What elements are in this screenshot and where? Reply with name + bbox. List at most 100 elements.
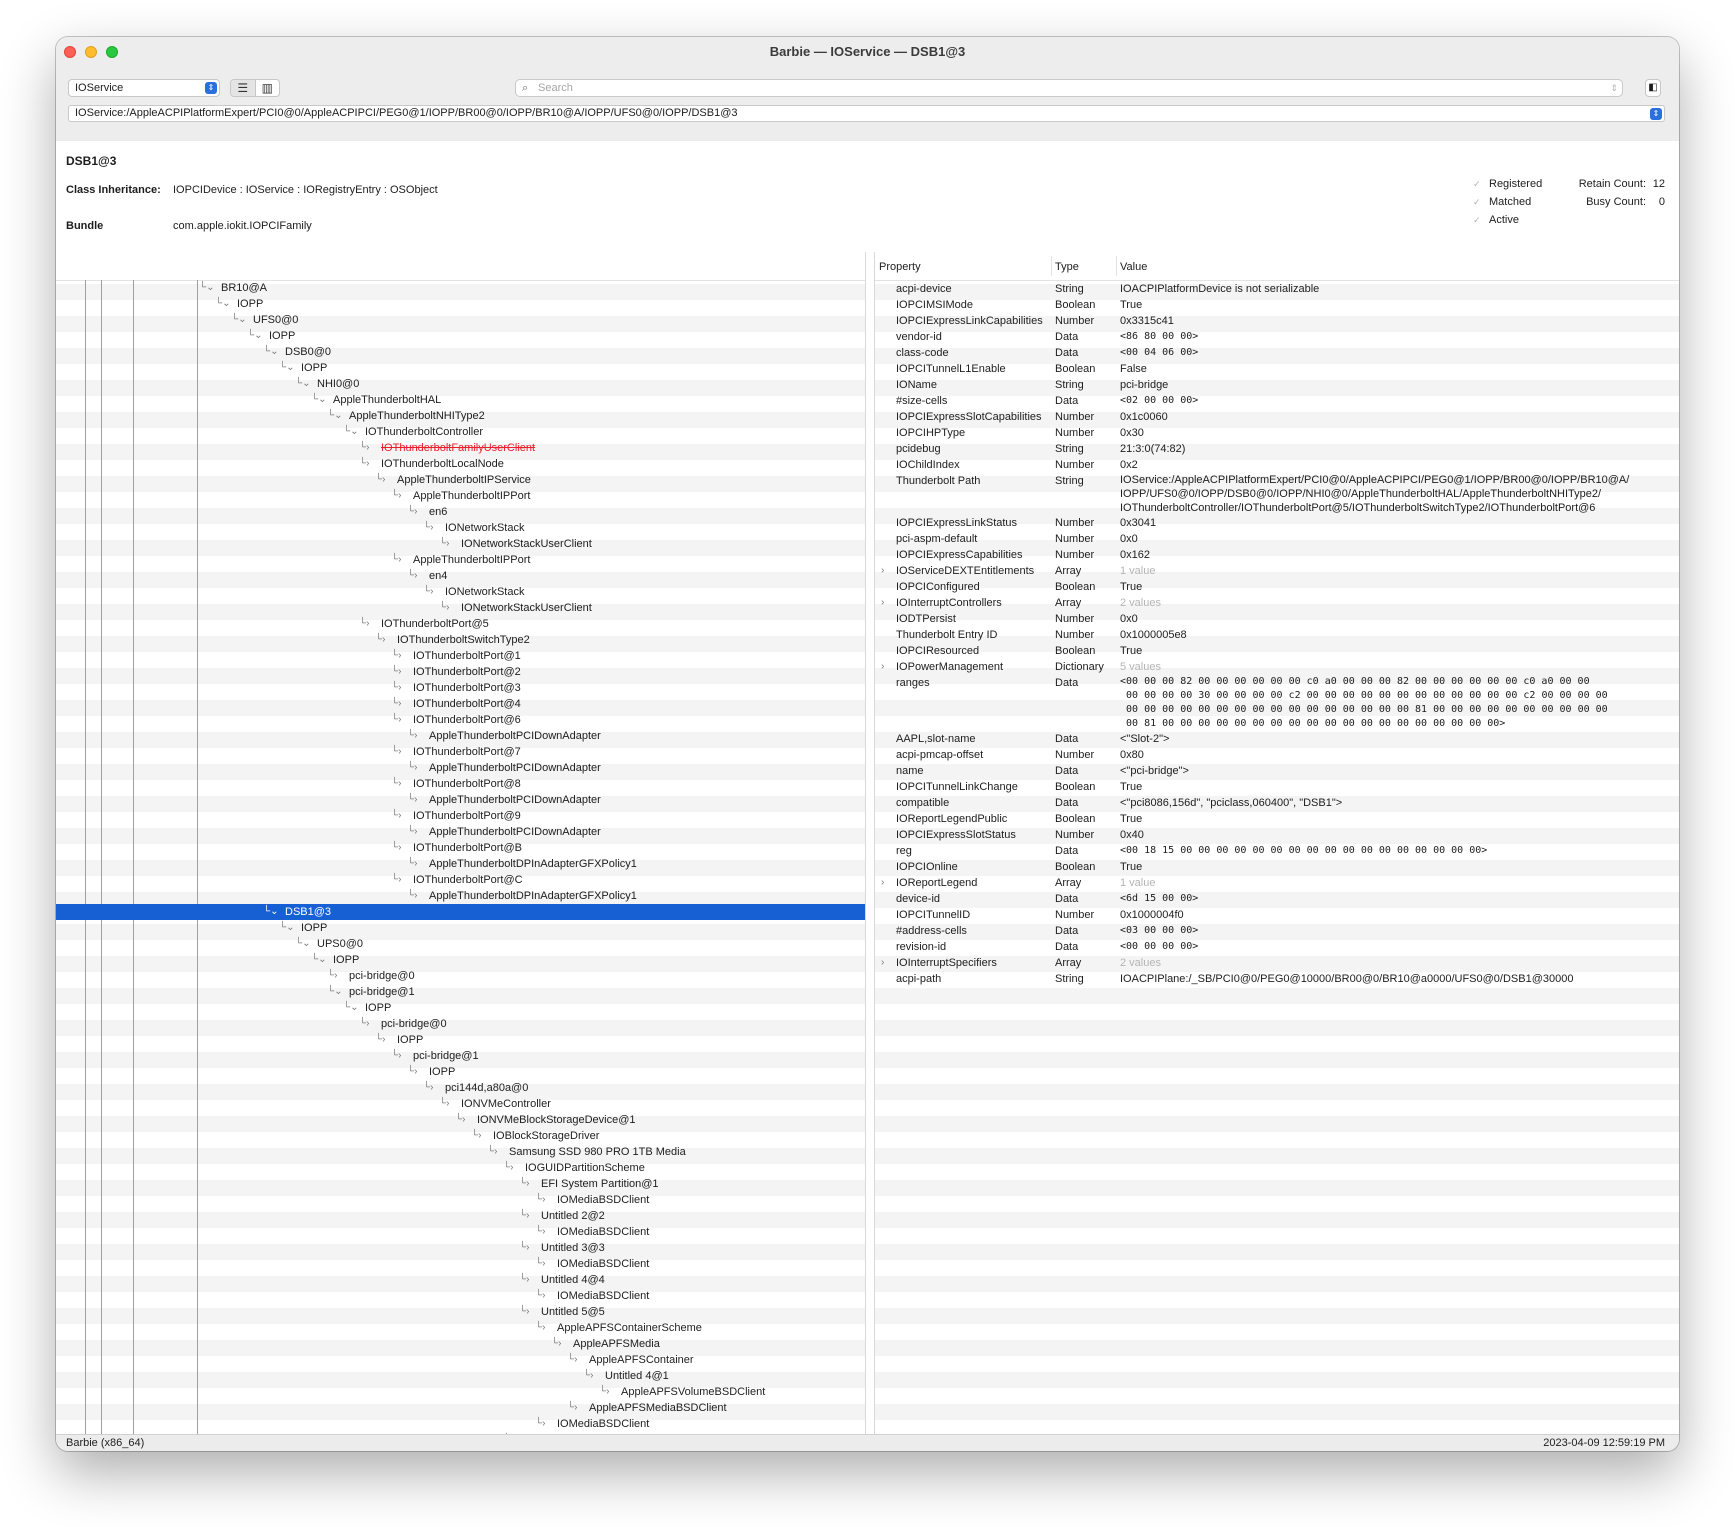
disclosure-expanded-icon[interactable]: └⌄ (343, 1000, 358, 1016)
property-row[interactable]: › IOInterruptSpecifiers Array 2 values (875, 955, 1679, 971)
property-row[interactable]: IOPCIOnline Boolean True (875, 859, 1679, 875)
tree-row[interactable]: └› AppleThunderboltIPService (56, 472, 865, 488)
disclosure-expanded-icon[interactable]: └⌄ (231, 312, 246, 328)
disclosure-expanded-icon[interactable]: └› (519, 1272, 529, 1288)
tree-row[interactable]: └⌄ UFS0@0 (56, 312, 865, 328)
tree-row[interactable]: └› AppleAPFSVolumeBSDClient (56, 1384, 865, 1400)
tree-row[interactable]: └⌄ NHI0@0 (56, 376, 865, 392)
tree-row[interactable]: └⌄ IOPP (56, 296, 865, 312)
disclosure-expanded-icon[interactable]: └⌄ (263, 344, 278, 360)
tree-row[interactable]: └⌄ IOThunderboltController (56, 424, 865, 440)
tree-row[interactable]: └› IOThunderboltPort@C (56, 872, 865, 888)
tree-row[interactable]: └› IONVMeController (56, 1096, 865, 1112)
disclosure-expanded-icon[interactable]: └› (535, 1192, 545, 1208)
property-row[interactable]: IOPCITunnelLinkChange Boolean True (875, 779, 1679, 795)
disclosure-expanded-icon[interactable]: └› (599, 1384, 609, 1400)
disclosure-expanded-icon[interactable]: └› (519, 1240, 529, 1256)
disclosure-expanded-icon[interactable]: └⌄ (295, 936, 310, 952)
tree-row[interactable]: └› IONetworkStack (56, 520, 865, 536)
disclosure-expanded-icon[interactable]: └⌄ (295, 376, 310, 392)
disclosure-expanded-icon[interactable]: └› (439, 1096, 449, 1112)
disclosure-expanded-icon[interactable]: └› (375, 1032, 385, 1048)
tree-row[interactable]: └› IONVMeBlockStorageDevice@1 (56, 1112, 865, 1128)
disclosure-expanded-icon[interactable]: └› (551, 1336, 561, 1352)
disclosure-expanded-icon[interactable]: └› (423, 520, 433, 536)
disclosure-expanded-icon[interactable]: └› (407, 856, 417, 872)
tree-row[interactable]: └› AppleThunderboltPCIDownAdapter (56, 728, 865, 744)
tree-row[interactable]: └› IOThunderboltPort@B (56, 840, 865, 856)
property-row[interactable]: IOPCIExpressLinkCapabilities Number 0x3315… (875, 313, 1679, 329)
property-row[interactable]: class-code Data <00 04 06 00> (875, 345, 1679, 361)
column-divider[interactable] (1116, 256, 1117, 276)
tree-row[interactable]: └› AppleThunderboltPCIDownAdapter (56, 792, 865, 808)
disclosure-expanded-icon[interactable]: └› (375, 632, 385, 648)
disclosure-expanded-icon[interactable]: └› (407, 568, 417, 584)
disclosure-expanded-icon[interactable]: └› (439, 536, 449, 552)
disclosure-expanded-icon[interactable]: └› (519, 1304, 529, 1320)
disclosure-expanded-icon[interactable]: └› (391, 664, 401, 680)
disclosure-expanded-icon[interactable]: └› (359, 440, 369, 456)
search-input[interactable]: ⌕ Search ⇕ (515, 79, 1623, 97)
tree-row[interactable]: └⌄ AppleThunderboltNHIType2 (56, 408, 865, 424)
column-view-icon[interactable]: ▥ (256, 80, 280, 96)
disclosure-expanded-icon[interactable]: └› (391, 488, 401, 504)
tree-row[interactable]: └› AppleAPFSMedia (56, 1336, 865, 1352)
property-row[interactable]: IOName String pci-bridge (875, 377, 1679, 393)
property-row[interactable]: Thunderbolt Path String IOService:/AppleAC… (875, 473, 1679, 519)
disclosure-expanded-icon[interactable]: └⌄ (311, 952, 326, 968)
disclosure-collapsed-icon[interactable]: › (881, 955, 884, 971)
property-row[interactable]: reg Data <00 18 15 00 00 00 00 00 00 00 00… (875, 843, 1679, 859)
tree-row[interactable]: └› IOMediaBSDClient (56, 1288, 865, 1304)
column-header-property[interactable]: Property (879, 261, 921, 273)
disclosure-expanded-icon[interactable]: └› (535, 1288, 545, 1304)
property-row[interactable]: #address-cells Data <03 00 00 00> (875, 923, 1679, 939)
tree-row[interactable]: └› IOThunderboltPort@6 (56, 712, 865, 728)
tree-row[interactable]: └› IOThunderboltLocalNode (56, 456, 865, 472)
disclosure-collapsed-icon[interactable]: › (881, 595, 884, 611)
disclosure-collapsed-icon[interactable]: › (881, 659, 884, 675)
view-mode-segmented[interactable]: ☰ ▥ (230, 79, 280, 97)
property-row[interactable]: › IOReportLegend Array 1 value (875, 875, 1679, 891)
search-stepper-icon[interactable]: ⇕ (1610, 80, 1618, 96)
disclosure-expanded-icon[interactable]: └› (519, 1208, 529, 1224)
tree-row[interactable]: └› IOThunderboltSwitchType2 (56, 632, 865, 648)
tree-row[interactable]: └› IOThunderboltPort@2 (56, 664, 865, 680)
disclosure-expanded-icon[interactable]: └⌄ (327, 984, 342, 1000)
tree-row[interactable]: └› AppleAPFSMediaBSDClient (56, 1400, 865, 1416)
tree-row[interactable]: └⌄ AppleThunderboltHAL (56, 392, 865, 408)
property-row[interactable]: › IOServiceDEXTEntitlements Array 1 value (875, 563, 1679, 579)
disclosure-expanded-icon[interactable]: └› (391, 552, 401, 568)
disclosure-expanded-icon[interactable]: └› (519, 1176, 529, 1192)
tree-row[interactable]: └› Untitled 2@2 (56, 1208, 865, 1224)
registry-tree[interactable]: └⌄ BR10@A └⌄ IOPP └⌄ UFS0@0 └⌄ IOPP └⌄ DSB0@0 └⌄ IO… (56, 252, 865, 1435)
disclosure-expanded-icon[interactable]: └› (455, 1112, 465, 1128)
disclosure-expanded-icon[interactable]: └› (391, 680, 401, 696)
property-row[interactable]: device-id Data <6d 15 00 00> (875, 891, 1679, 907)
tree-row[interactable]: └› IONetworkStackUserClient (56, 536, 865, 552)
tree-row[interactable]: └⌄ IOPP (56, 328, 865, 344)
disclosure-expanded-icon[interactable]: └› (407, 504, 417, 520)
disclosure-expanded-icon[interactable]: └› (407, 1064, 417, 1080)
property-row[interactable]: IOPCIConfigured Boolean True (875, 579, 1679, 595)
tree-row[interactable]: └› IONetworkStack (56, 584, 865, 600)
tree-row[interactable]: └› pci-bridge@0 (56, 968, 865, 984)
disclosure-expanded-icon[interactable]: └› (391, 712, 401, 728)
property-row[interactable]: IOPCIExpressLinkStatus Number 0x3041 (875, 515, 1679, 531)
property-row[interactable]: IOReportLegendPublic Boolean True (875, 811, 1679, 827)
tree-row-selected[interactable]: └⌄ DSB1@3 (56, 904, 865, 920)
disclosure-expanded-icon[interactable]: └› (535, 1320, 545, 1336)
tree-row[interactable]: └› AppleAPFSContainer (56, 1352, 865, 1368)
disclosure-expanded-icon[interactable]: └› (375, 472, 385, 488)
tree-row[interactable]: └› IOMediaBSDClient (56, 1192, 865, 1208)
tree-row[interactable]: └› IOPP (56, 1064, 865, 1080)
tree-row[interactable]: └› AppleThunderboltIPPort (56, 488, 865, 504)
property-row[interactable]: #size-cells Data <02 00 00 00> (875, 393, 1679, 409)
disclosure-expanded-icon[interactable]: └› (471, 1128, 481, 1144)
disclosure-expanded-icon[interactable]: └› (503, 1160, 513, 1176)
disclosure-expanded-icon[interactable]: └⌄ (343, 424, 358, 440)
disclosure-expanded-icon[interactable]: └› (391, 840, 401, 856)
tree-row[interactable]: └› IOBlockStorageDriver (56, 1128, 865, 1144)
property-row[interactable]: ranges Data <00 00 00 82 00 00 00 00 00 00… (875, 675, 1679, 737)
property-row[interactable]: acpi-device String IOACPIPlatformDevice is… (875, 281, 1679, 297)
tree-row[interactable]: └› AppleThunderboltPCIDownAdapter (56, 760, 865, 776)
